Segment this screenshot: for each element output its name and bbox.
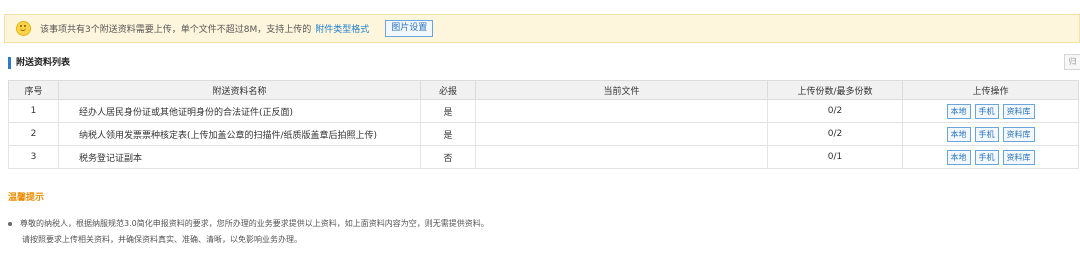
attachment-format-link[interactable]: 附件类型格式	[315, 22, 369, 35]
attachment-table: 序号 附送资料名称 必报 当前文件 上传份数/最多份数 上传操作 1 经办人居民…	[8, 80, 1079, 169]
upload-phone-button[interactable]: 手机	[974, 126, 999, 142]
upload-library-button[interactable]: 资料库	[1002, 149, 1035, 165]
table-header-row: 序号 附送资料名称 必报 当前文件 上传份数/最多份数 上传操作	[8, 80, 1079, 100]
corner-button[interactable]: 归	[1064, 54, 1080, 70]
tips-line-1-text: 尊敬的纳税人，根据纳服规范3.0简化申报资料的要求，您所办理的业务要求提供以上资…	[20, 219, 489, 228]
row-current-file	[475, 145, 768, 169]
row-required: 是	[420, 99, 476, 123]
row-name: 税务登记证副本	[58, 145, 421, 169]
row-current-file	[475, 99, 768, 123]
row-name: 纳税人领用发票票种核定表(上传加盖公章的扫描件/纸质版盖章后拍照上传)	[58, 122, 421, 146]
row-count: 0/2	[767, 122, 903, 146]
upload-local-button[interactable]: 本地	[946, 149, 971, 165]
row-required: 否	[420, 145, 476, 169]
row-required: 是	[420, 122, 476, 146]
tips-title: 温馨提示	[8, 193, 45, 203]
header-required: 必报	[420, 80, 476, 100]
table-row: 2 纳税人领用发票票种核定表(上传加盖公章的扫描件/纸质版盖章后拍照上传) 是 …	[8, 122, 1079, 146]
table-row: 1 经办人居民身份证或其他证明身份的合法证件(正反面) 是 0/2 本地 手机 资料…	[8, 99, 1079, 123]
row-index: 3	[8, 145, 59, 169]
row-count: 0/1	[767, 145, 903, 169]
upload-notice-bar: 该事项共有3个附送资料需要上传，单个文件不超过8M，支持上传的 附件类型格式 图…	[4, 14, 1080, 43]
header-index: 序号	[8, 80, 59, 100]
upload-phone-button[interactable]: 手机	[974, 149, 999, 165]
row-index: 2	[8, 122, 59, 146]
bullet-icon	[8, 221, 12, 226]
upload-phone-button[interactable]: 手机	[974, 103, 999, 119]
row-operations: 本地 手机 资料库	[902, 122, 1079, 146]
row-count: 0/2	[767, 99, 903, 123]
row-name: 经办人居民身份证或其他证明身份的合法证件(正反面)	[58, 99, 421, 123]
row-current-file	[475, 122, 768, 146]
upload-local-button[interactable]: 本地	[946, 103, 971, 119]
row-operations: 本地 手机 资料库	[902, 145, 1079, 169]
header-operations: 上传操作	[902, 80, 1079, 100]
table-row: 3 税务登记证副本 否 0/1 本地 手机 资料库	[8, 145, 1079, 169]
notice-text: 该事项共有3个附送资料需要上传，单个文件不超过8M，支持上传的	[40, 25, 312, 35]
header-current-file: 当前文件	[475, 80, 768, 100]
image-settings-button[interactable]: 图片设置	[385, 20, 434, 37]
tips-line-1: 尊敬的纳税人，根据纳服规范3.0简化申报资料的要求，您所办理的业务要求提供以上资…	[8, 218, 489, 229]
header-count: 上传份数/最多份数	[767, 80, 903, 100]
row-index: 1	[8, 99, 59, 123]
upload-local-button[interactable]: 本地	[946, 126, 971, 142]
smile-icon	[16, 21, 31, 36]
tips-line-2: 请按照要求上传相关资料，并确保资料真实、准确、清晰，以免影响业务办理。	[22, 235, 302, 244]
upload-library-button[interactable]: 资料库	[1002, 103, 1035, 119]
section-title: 附送资料列表	[8, 57, 70, 69]
header-name: 附送资料名称	[58, 80, 421, 100]
upload-library-button[interactable]: 资料库	[1002, 126, 1035, 142]
row-operations: 本地 手机 资料库	[902, 99, 1079, 123]
